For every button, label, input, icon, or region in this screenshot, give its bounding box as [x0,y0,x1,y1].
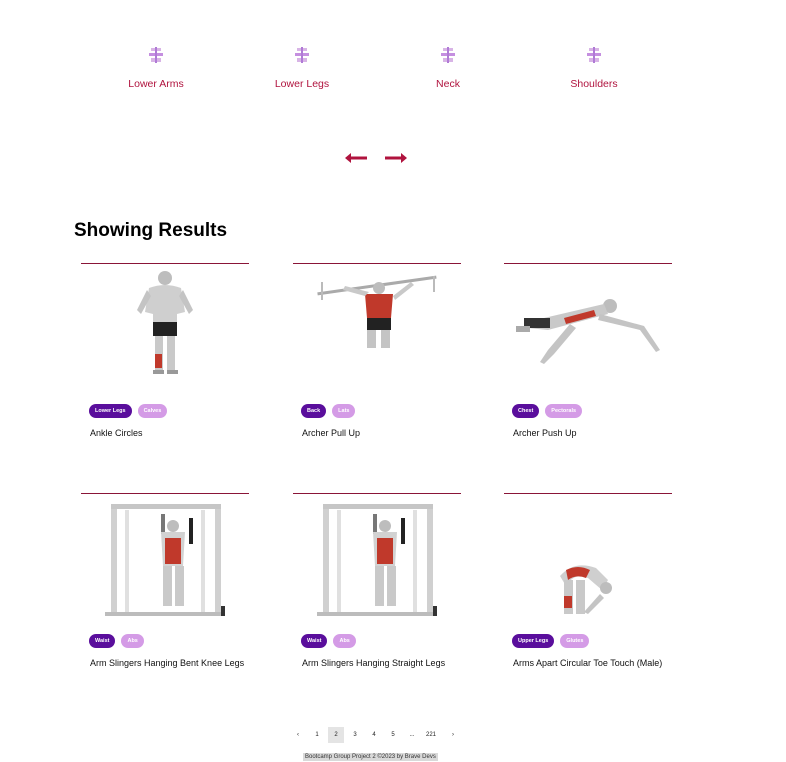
left-arrow-icon[interactable] [344,150,368,171]
category-neck[interactable]: Neck [388,40,508,90]
tag-row: Upper Legs Glutes [512,634,595,648]
body-part-tag[interactable]: Chest [512,404,540,418]
page-button[interactable]: 5 [385,727,401,743]
exercise-image [105,504,225,616]
body-part-tag[interactable]: Back [301,404,327,418]
exercise-image [137,271,193,374]
body-part-tag[interactable]: Upper Legs [512,634,555,648]
page-button[interactable]: 3 [347,727,363,743]
page-button[interactable]: 1 [309,727,325,743]
page-button-active[interactable]: 2 [328,727,344,743]
carousel-arrows [344,150,408,166]
exercise-name: Archer Push Up [513,428,577,438]
exercise-name: Archer Pull Up [302,428,361,438]
page-button[interactable]: 221 [423,727,439,743]
exercise-image [560,565,612,614]
exercise-name: Arm Slingers Hanging Bent Knee Legs [90,658,245,668]
exercise-image [317,504,437,616]
body-part-tag[interactable]: Waist [89,634,116,648]
tag-row: Waist Abs [89,634,150,648]
footer-text: Bootcamp Group Project 2 ©2023 by Brave … [303,753,438,761]
tag-row: Lower Legs Calves [89,404,173,418]
category-lower-legs[interactable]: Lower Legs [242,40,362,90]
target-tag[interactable]: Glutes [560,634,590,648]
target-tag[interactable]: Pectorals [545,404,583,418]
exercise-name: Arm Slingers Hanging Straight Legs [302,658,446,668]
gym-icon [587,47,601,63]
exercise-name: Arms Apart Circular Toe Touch (Male) [513,658,663,668]
next-page-button[interactable]: › [445,727,461,743]
category-label: Lower Arms [128,78,184,90]
category-shoulders[interactable]: Shoulders [534,40,654,90]
page-button[interactable]: 4 [366,727,382,743]
gym-icon [295,47,309,63]
gym-icon [149,47,163,63]
results-heading: Showing Results [74,220,228,241]
exercise-card[interactable]: Waist Abs Arm Slingers Hanging Bent Knee … [81,493,249,684]
target-tag[interactable]: Lats [332,404,356,418]
body-part-tag[interactable]: Lower Legs [89,404,132,418]
right-arrow-icon[interactable] [384,150,408,171]
category-label: Lower Legs [274,78,330,90]
tag-row: Waist Abs [301,634,362,648]
exercise-image [317,275,437,348]
exercise-card[interactable]: Upper Legs Glutes Arms Apart Circular Toe… [504,493,672,684]
exercise-card[interactable]: Chest Pectorals Archer Push Up [504,263,672,454]
category-label: Shoulders [570,78,618,90]
target-tag[interactable]: Calves [137,404,168,418]
page-ellipsis: ... [409,732,415,738]
category-carousel: Lower Arms Lower Legs Neck Shoulders [0,40,786,110]
exercise-card[interactable]: Waist Abs Arm Slingers Hanging Straight L… [293,493,461,684]
exercise-card[interactable]: Back Lats Archer Pull Up [293,263,461,454]
tag-row: Back Lats [301,404,361,418]
exercise-image [516,299,660,364]
prev-page-button[interactable]: ‹ [290,727,306,743]
category-lower-arms[interactable]: Lower Arms [96,40,216,90]
target-tag[interactable]: Abs [121,634,144,648]
exercise-name: Ankle Circles [90,428,143,438]
body-part-tag[interactable]: Waist [301,634,328,648]
target-tag[interactable]: Abs [333,634,356,648]
gym-icon [441,47,455,63]
tag-row: Chest Pectorals [512,404,588,418]
category-label: Neck [436,78,460,90]
exercise-card[interactable]: Lower Legs Calves Ankle Circles [81,263,249,454]
